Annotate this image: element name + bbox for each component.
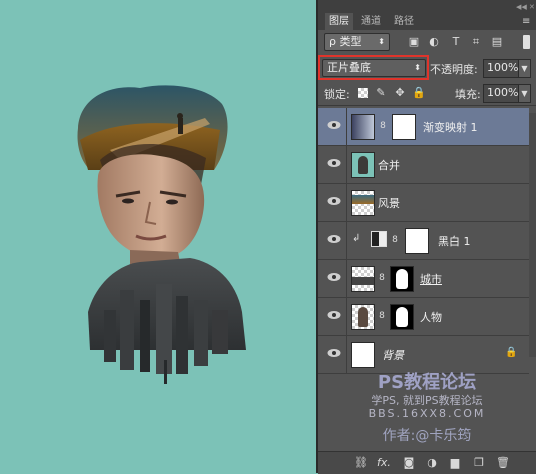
layer-row-person[interactable]: 8 人物 xyxy=(318,298,529,336)
blend-mode-select[interactable]: 正片叠底 ⬍ xyxy=(322,59,426,77)
fill-label: 填充: xyxy=(455,88,481,101)
layer-name: 背景 xyxy=(382,349,404,362)
watermark-url: BBS.16XX8.COM xyxy=(368,407,486,420)
lock-icon: 🔒 xyxy=(505,347,518,358)
panel-tab-bar: ◀◀ ✕ 图层 通道 路径 ≡ xyxy=(318,0,536,30)
mask-silhouette-icon xyxy=(396,307,408,327)
layer-name: 黑白 1 xyxy=(438,235,471,248)
adjustment-filter-icon[interactable]: ◐ xyxy=(427,35,441,49)
layer-mask-thumbnail xyxy=(392,114,416,140)
filter-kind-select[interactable]: ρ 类型 ⬍ xyxy=(324,33,390,51)
fill-input[interactable]: 100% xyxy=(483,84,519,103)
lock-all-icon[interactable]: 🔒 xyxy=(412,86,426,100)
layer-row-city[interactable]: 8 城市 xyxy=(318,260,529,298)
adjustment-thumbnail-gradient-icon xyxy=(351,114,375,140)
layer-separator xyxy=(346,298,347,335)
watermark-author: 作者:@卡乐筠 xyxy=(382,428,472,444)
layer-row-gradient-map[interactable]: 8 渐变映射 1 xyxy=(318,108,529,146)
shape-filter-icon[interactable]: ⌗ xyxy=(469,35,483,49)
list-divider xyxy=(318,105,536,106)
new-layer-icon[interactable]: ❐ xyxy=(472,456,486,470)
layer-separator xyxy=(346,146,347,183)
layer-separator xyxy=(346,108,347,145)
layer-thumbnail xyxy=(351,304,375,330)
layer-mask-thumbnail xyxy=(390,304,414,330)
fill-dropdown-arrow[interactable]: ▼ xyxy=(518,84,531,103)
portrait-thumbnail-icon xyxy=(358,156,368,174)
chevron-down-icon: ⬍ xyxy=(378,37,385,46)
new-group-icon[interactable]: ▆ xyxy=(448,456,462,470)
lock-row: 锁定: ✎ ✥ 🔒 填充: 100% ▼ xyxy=(318,81,536,105)
layers-panel: ◀◀ ✕ 图层 通道 路径 ≡ ρ 类型 ⬍ ▣ ◐ T ⌗ ▤ 正片叠底 ⬍ … xyxy=(318,0,536,474)
blend-mode-value: 正片叠底 xyxy=(327,61,371,74)
layer-name: 人物 xyxy=(420,311,442,324)
lock-image-pixels-icon[interactable]: ✎ xyxy=(374,86,388,100)
tab-paths[interactable]: 路径 xyxy=(390,13,418,30)
link-chain-icon[interactable]: 8 xyxy=(379,120,387,132)
layer-style-fx-icon[interactable]: fx. xyxy=(377,456,391,470)
layer-row-merged[interactable]: 合并 xyxy=(318,146,529,184)
layer-thumbnail xyxy=(351,190,375,216)
delete-layer-icon[interactable]: 🗑 xyxy=(496,456,510,470)
lock-label: 锁定: xyxy=(324,88,350,101)
eye-icon[interactable] xyxy=(327,158,341,168)
opacity-label: 不透明度: xyxy=(430,63,478,76)
watermark-title: PS教程论坛 xyxy=(377,372,477,393)
eye-icon[interactable] xyxy=(327,272,341,282)
layer-thumbnail xyxy=(351,266,375,292)
filter-row: ρ 类型 ⬍ ▣ ◐ T ⌗ ▤ xyxy=(318,30,536,54)
opacity-dropdown-arrow[interactable]: ▼ xyxy=(518,59,531,78)
layer-name: 城市 xyxy=(420,273,442,286)
layer-mask-thumbnail xyxy=(390,266,414,292)
document-canvas[interactable] xyxy=(0,0,316,473)
new-adjustment-layer-icon[interactable]: ◑ xyxy=(425,456,439,470)
landscape-thumbnail-icon xyxy=(352,195,374,204)
add-mask-icon[interactable]: ◙ xyxy=(402,456,416,470)
tab-layers[interactable]: 图层 xyxy=(325,13,353,30)
opacity-input[interactable]: 100% xyxy=(483,59,519,78)
layers-scrollbar[interactable] xyxy=(529,113,536,357)
chevron-down-icon: ⬍ xyxy=(414,63,421,72)
black-white-adjustment-icon xyxy=(371,231,387,247)
filter-toggle-switch[interactable] xyxy=(523,35,530,49)
link-layers-icon[interactable]: ⛓ xyxy=(354,456,368,470)
clipping-arrow-icon: ↲ xyxy=(352,233,361,244)
city-thumbnail-icon xyxy=(352,277,374,285)
layer-separator xyxy=(346,260,347,297)
layer-thumbnail xyxy=(351,342,375,368)
layer-name: 渐变映射 1 xyxy=(423,121,478,134)
double-exposure-artwork xyxy=(77,85,246,384)
watermark-slogan: 学PS, 就到PS教程论坛 xyxy=(371,394,483,407)
lock-transparent-icon[interactable] xyxy=(358,88,368,98)
layers-bottom-toolbar: ⛓ fx. ◙ ◑ ▆ ❐ 🗑 xyxy=(318,451,536,474)
link-chain-icon[interactable]: 8 xyxy=(378,310,386,322)
filter-kind-label: ρ 类型 xyxy=(329,35,362,48)
eye-icon[interactable] xyxy=(327,234,341,244)
layer-row-landscape[interactable]: 风景 xyxy=(318,184,529,222)
person-thumbnail-icon xyxy=(358,307,368,327)
layer-separator xyxy=(346,222,347,259)
type-filter-icon[interactable]: T xyxy=(449,35,463,49)
layer-mask-thumbnail xyxy=(405,228,429,254)
layer-thumbnail xyxy=(351,152,375,178)
layer-row-black-white[interactable]: ↲ 8 黑白 1 xyxy=(318,222,529,260)
layer-separator xyxy=(346,184,347,221)
blend-row: 正片叠底 ⬍ 不透明度: 100% ▼ xyxy=(318,54,536,81)
eye-icon[interactable] xyxy=(327,120,341,130)
eye-icon[interactable] xyxy=(327,196,341,206)
pixel-filter-icon[interactable]: ▣ xyxy=(407,35,421,49)
lock-position-icon[interactable]: ✥ xyxy=(393,86,407,100)
link-chain-icon[interactable]: 8 xyxy=(378,272,386,284)
collapse-icon[interactable]: ◀◀ ✕ xyxy=(516,3,535,11)
tab-channels[interactable]: 通道 xyxy=(357,13,385,30)
layer-name: 风景 xyxy=(378,197,400,210)
panel-menu-icon[interactable]: ≡ xyxy=(522,16,530,27)
link-chain-icon[interactable]: 8 xyxy=(391,234,399,246)
layer-name: 合并 xyxy=(378,159,400,172)
mask-silhouette-icon xyxy=(396,269,408,289)
eye-icon[interactable] xyxy=(327,348,341,358)
smart-object-filter-icon[interactable]: ▤ xyxy=(490,35,504,49)
eye-icon[interactable] xyxy=(327,310,341,320)
